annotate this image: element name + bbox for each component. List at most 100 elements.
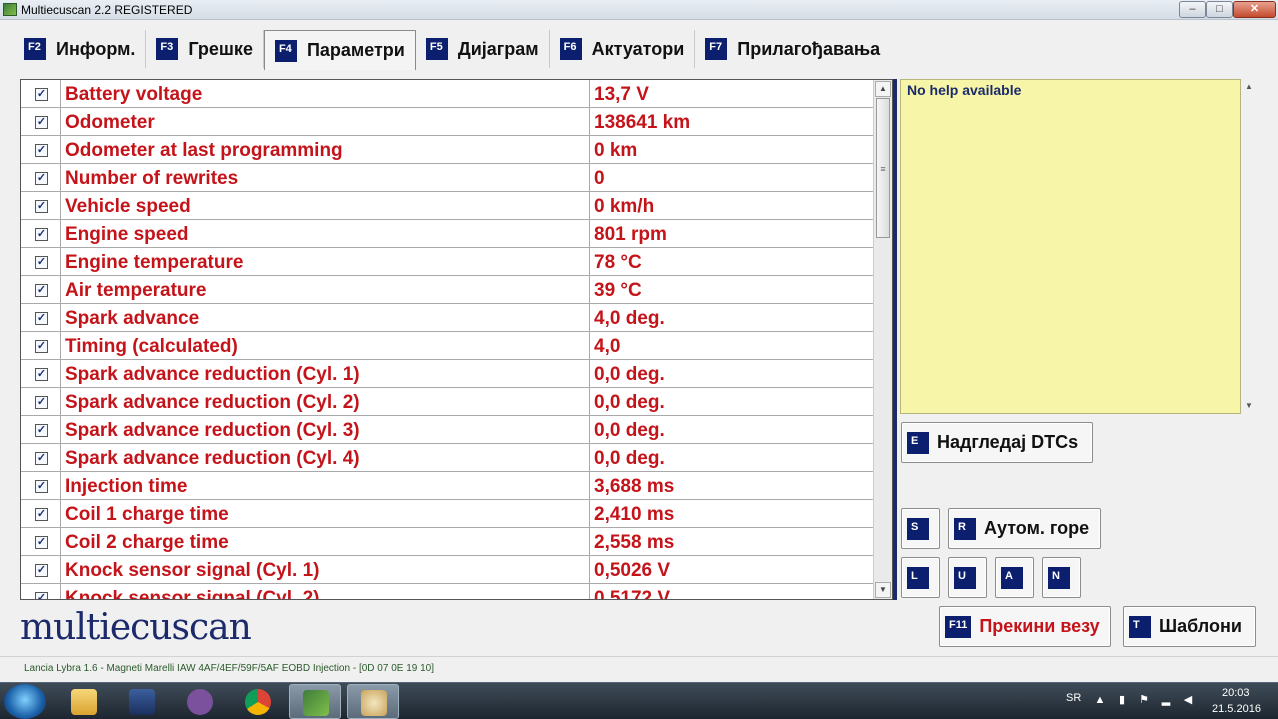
table-scrollbar[interactable]: ▲ ≡ ▼ bbox=[873, 80, 892, 599]
tab-errors[interactable]: F3 Грешке bbox=[146, 30, 264, 68]
title-bar: Multiecuscan 2.2 REGISTERED – □ ✕ bbox=[0, 0, 1278, 20]
parameter-name: Odometer bbox=[64, 108, 590, 136]
tab-actuators[interactable]: F6 Актуатори bbox=[550, 30, 696, 68]
volume-icon[interactable]: ◀ bbox=[1182, 694, 1194, 706]
help-scroll-down-icon[interactable]: ▼ bbox=[1245, 401, 1253, 410]
parameter-name: Coil 2 charge time bbox=[64, 528, 590, 556]
parameter-checkbox[interactable]: ✓ bbox=[35, 424, 48, 437]
parameter-checkbox[interactable]: ✓ bbox=[35, 312, 48, 325]
battery-icon[interactable]: ▮ bbox=[1116, 694, 1128, 706]
scroll-up-arrow-icon[interactable]: ▲ bbox=[875, 81, 891, 97]
table-row[interactable]: ✓ Knock sensor signal (Cyl. 2) 0,5172 V bbox=[21, 584, 874, 600]
checkbox-cell: ✓ bbox=[21, 108, 61, 136]
help-scroll-up-icon[interactable]: ▲ bbox=[1245, 82, 1253, 91]
clock-date[interactable]: 21.5.2016 bbox=[1212, 703, 1261, 715]
button-label: Шаблони bbox=[1159, 616, 1242, 636]
parameter-checkbox[interactable]: ✓ bbox=[35, 480, 48, 493]
parameter-checkbox[interactable]: ✓ bbox=[35, 536, 48, 549]
language-indicator[interactable]: SR bbox=[1066, 692, 1081, 704]
maximize-button[interactable]: □ bbox=[1206, 1, 1233, 18]
auto-up-button[interactable]: R Аутом. горе bbox=[948, 508, 1101, 549]
table-row[interactable]: ✓ Spark advance reduction (Cyl. 1) 0,0 deg… bbox=[21, 360, 874, 388]
table-row[interactable]: ✓ Engine temperature 78 °C bbox=[21, 248, 874, 276]
tab-label: Информ. bbox=[56, 38, 136, 59]
monitor-dtcs-button[interactable]: E Надгледај DTCs bbox=[901, 422, 1093, 463]
table-row[interactable]: ✓ Spark advance 4,0 deg. bbox=[21, 304, 874, 332]
checkbox-cell: ✓ bbox=[21, 584, 61, 599]
action-center-icon[interactable]: ⚑ bbox=[1138, 694, 1150, 706]
parameters-table: ✓ Battery voltage 13,7 V ✓ Odometer 138641 km… bbox=[20, 79, 893, 600]
table-row[interactable]: ✓ Engine speed 801 rpm bbox=[21, 220, 874, 248]
tab-parameters[interactable]: F4 Параметри bbox=[263, 30, 416, 70]
taskbar-paint[interactable] bbox=[347, 684, 399, 719]
taskbar-explorer[interactable] bbox=[58, 684, 110, 719]
l-button[interactable]: L bbox=[901, 557, 940, 598]
parameter-value: 0 km bbox=[594, 140, 638, 161]
table-row[interactable]: ✓ Vehicle speed 0 km/h bbox=[21, 192, 874, 220]
close-button[interactable]: ✕ bbox=[1233, 1, 1276, 18]
parameter-name: Spark advance reduction (Cyl. 1) bbox=[64, 360, 590, 388]
n-button[interactable]: N bbox=[1042, 557, 1081, 598]
table-row[interactable]: ✓ Coil 1 charge time 2,410 ms bbox=[21, 500, 874, 528]
help-scrollbar[interactable]: ▲ ▼ bbox=[1242, 79, 1256, 414]
network-signal-icon[interactable]: ▂ bbox=[1160, 694, 1172, 706]
scroll-down-arrow-icon[interactable]: ▼ bbox=[875, 582, 891, 598]
parameter-checkbox[interactable]: ✓ bbox=[35, 256, 48, 269]
help-text: No help available bbox=[907, 82, 1022, 98]
u-button[interactable]: U bbox=[948, 557, 987, 598]
table-row[interactable]: ✓ Air temperature 39 °C bbox=[21, 276, 874, 304]
table-row[interactable]: ✓ Injection time 3,688 ms bbox=[21, 472, 874, 500]
parameter-checkbox[interactable]: ✓ bbox=[35, 452, 48, 465]
table-row[interactable]: ✓ Odometer at last programming 0 km bbox=[21, 136, 874, 164]
parameter-name: Vehicle speed bbox=[64, 192, 590, 220]
parameter-checkbox[interactable]: ✓ bbox=[35, 200, 48, 213]
scroll-thumb[interactable]: ≡ bbox=[876, 98, 890, 238]
parameter-checkbox[interactable]: ✓ bbox=[35, 228, 48, 241]
tab-label: Параметри bbox=[306, 40, 405, 60]
parameter-value: 0,0 deg. bbox=[594, 448, 665, 469]
parameter-checkbox[interactable]: ✓ bbox=[35, 144, 48, 157]
table-row[interactable]: ✓ Spark advance reduction (Cyl. 2) 0,0 deg… bbox=[21, 388, 874, 416]
s-button[interactable]: S bbox=[901, 508, 940, 549]
parameter-checkbox[interactable]: ✓ bbox=[35, 508, 48, 521]
a-button[interactable]: A bbox=[995, 557, 1034, 598]
table-row[interactable]: ✓ Odometer 138641 km bbox=[21, 108, 874, 136]
disconnect-button[interactable]: F11 Прекини везу bbox=[939, 606, 1111, 647]
parameter-checkbox[interactable]: ✓ bbox=[35, 88, 48, 101]
parameter-name: Number of rewrites bbox=[64, 164, 590, 192]
table-row[interactable]: ✓ Timing (calculated) 4,0 bbox=[21, 332, 874, 360]
checkbox-cell: ✓ bbox=[21, 416, 61, 444]
tab-diagram[interactable]: F5 Дијаграм bbox=[416, 30, 550, 68]
parameter-checkbox[interactable]: ✓ bbox=[35, 340, 48, 353]
taskbar-multiecuscan[interactable] bbox=[289, 684, 341, 719]
parameter-checkbox[interactable]: ✓ bbox=[35, 368, 48, 381]
table-row[interactable]: ✓ Coil 2 charge time 2,558 ms bbox=[21, 528, 874, 556]
parameter-checkbox[interactable]: ✓ bbox=[35, 284, 48, 297]
taskbar-viber[interactable] bbox=[174, 684, 226, 719]
start-button[interactable] bbox=[4, 684, 46, 719]
table-row[interactable]: ✓ Spark advance reduction (Cyl. 4) 0,0 deg… bbox=[21, 444, 874, 472]
table-row[interactable]: ✓ Number of rewrites 0 bbox=[21, 164, 874, 192]
parameter-checkbox[interactable]: ✓ bbox=[35, 172, 48, 185]
tab-info[interactable]: F2 Информ. bbox=[14, 30, 147, 68]
chrome-icon bbox=[245, 689, 271, 715]
parameter-value: 0,5172 V bbox=[594, 588, 671, 600]
parameter-name: Spark advance reduction (Cyl. 4) bbox=[64, 444, 590, 472]
parameter-checkbox[interactable]: ✓ bbox=[35, 116, 48, 129]
key-badge: F4 bbox=[274, 39, 297, 62]
panel-divider[interactable] bbox=[893, 79, 897, 600]
templates-button[interactable]: T Шаблони bbox=[1123, 606, 1256, 647]
parameter-checkbox[interactable]: ✓ bbox=[35, 396, 48, 409]
parameter-checkbox[interactable]: ✓ bbox=[35, 564, 48, 577]
clock-time[interactable]: 20:03 bbox=[1222, 687, 1250, 699]
minimize-button[interactable]: – bbox=[1179, 1, 1206, 18]
table-row[interactable]: ✓ Battery voltage 13,7 V bbox=[21, 80, 874, 108]
table-row[interactable]: ✓ Knock sensor signal (Cyl. 1) 0,5026 V bbox=[21, 556, 874, 584]
show-hidden-icons-icon[interactable]: ▲ bbox=[1094, 694, 1106, 706]
table-row[interactable]: ✓ Spark advance reduction (Cyl. 3) 0,0 deg… bbox=[21, 416, 874, 444]
tab-adaptations[interactable]: F7 Прилагођавања bbox=[695, 30, 890, 68]
parameter-name: Odometer at last programming bbox=[64, 136, 590, 164]
taskbar-save-app[interactable] bbox=[116, 684, 168, 719]
parameter-checkbox[interactable]: ✓ bbox=[35, 592, 48, 599]
taskbar-chrome[interactable] bbox=[232, 684, 284, 719]
